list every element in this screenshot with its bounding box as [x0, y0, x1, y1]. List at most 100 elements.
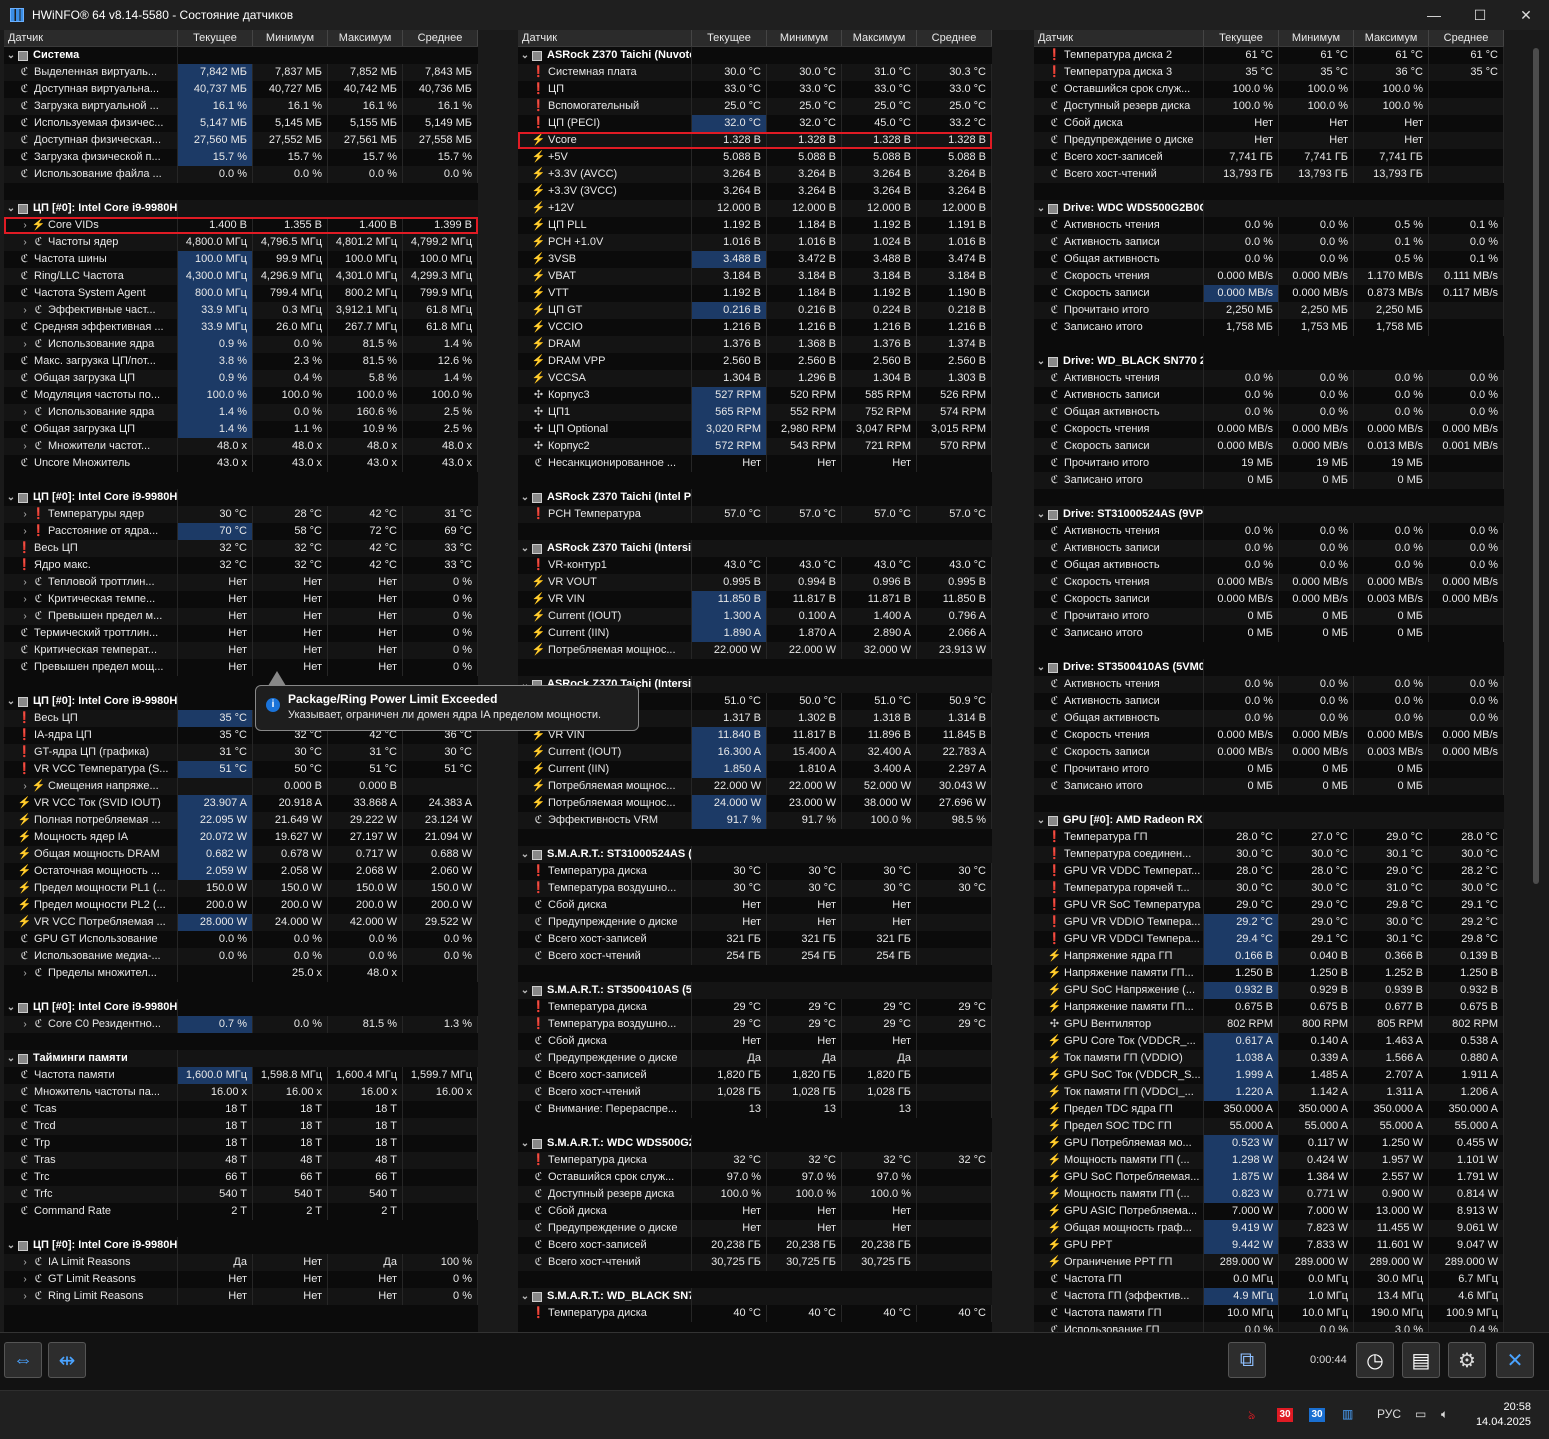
sensor-row[interactable]: ℭ Скорость чтения 0.000 MB/s 0.000 MB/s 0.00… [1034, 421, 1504, 438]
sensor-row[interactable]: ℭ Всего хост-чтений 30,725 ГБ 30,725 ГБ 30,7… [518, 1254, 992, 1271]
col-header-current[interactable]: Текущее [178, 30, 253, 46]
sensor-row[interactable]: ℭ Доступный резерв диска 100.0 % 100.0 % 100… [518, 1186, 992, 1203]
sensor-row[interactable]: ⚡ +3.3V (3VCC) 3.264 В 3.264 В 3.264 В 3.264 … [518, 183, 992, 200]
sensor-row[interactable]: ⚡ VCCSA 1.304 В 1.296 В 1.304 В 1.303 В [518, 370, 992, 387]
sensor-group-row[interactable]: ⌄Drive: ST31000524AS (9VPFD3Y0) [F:] [1034, 506, 1504, 523]
sensor-row[interactable]: ⚡ Предел мощности PL1 (... 150.0 W 150.0 W1… [4, 880, 478, 897]
scrollbar[interactable] [1533, 48, 1539, 884]
sensor-row[interactable]: ℭ Оставшийся срок служ... 100.0 % 100.0 % 10… [1034, 81, 1504, 98]
sensor-row[interactable]: › ℭ Использование ядра 0.9 % 0.0 % 81.5 % 1.4 … [4, 336, 478, 353]
sensor-row[interactable]: ⚡ +3.3V (AVCC) 3.264 В 3.264 В 3.264 В 3.264 … [518, 166, 992, 183]
sensor-row[interactable]: ❗ GT-ядра ЦП (графика) 31 °C 30 °C 31 °C 30 °… [4, 744, 478, 761]
sensor-row[interactable]: ℭ Предупреждение о диске Да Да Да [518, 1050, 992, 1067]
sensor-group-row[interactable]: ⌄ASRock Z370 Taichi (Intel PCH) [518, 489, 992, 506]
sensor-row[interactable]: ⚡ GPU SoC Напряжение (... 0.932 В 0.929 В 0.… [1034, 982, 1504, 999]
sensor-row[interactable]: ℭ Эффективность VRM 91.7 % 91.7 % 100.0 % 98.… [518, 812, 992, 829]
sensor-row[interactable]: ⚡ Мощность памяти ГП (... 1.298 W 0.424 W 1.… [1034, 1152, 1504, 1169]
sensor-row[interactable]: ⚡ Current (IIN) 1.890 A 1.870 A 2.890 A 2.066… [518, 625, 992, 642]
sensor-row[interactable]: › ⚡ Смещения напряже... 0.000 В 0.000 В [4, 778, 478, 795]
sensor-group-row[interactable]: ⌄ Система [4, 47, 478, 64]
sensor-row[interactable]: ⚡ Current (IOUT) 16.300 A 15.400 A 32.400 A2… [518, 744, 992, 761]
sensor-row[interactable]: ⚡ Напряжение ядра ГП 0.166 В 0.040 В 0.366 В… [1034, 948, 1504, 965]
sensor-row[interactable]: › ℭ Эффективные част... 33.9 МГц 0.3 МГц 3,91… [4, 302, 478, 319]
maximize-button[interactable]: ☐ [1457, 0, 1503, 30]
sensor-row[interactable]: › ❗ Расстояние от ядра... 70 °C 58 °C 72 °C 69… [4, 523, 478, 540]
expand-chevron-icon[interactable]: › [18, 574, 32, 591]
sensor-row[interactable]: ❗ Весь ЦП 32 °C 32 °C 42 °C 33 °C [4, 540, 478, 557]
sensor-group-row[interactable]: ⌄ASRock Z370 Taichi (Nuvoton NCT6791D) [518, 47, 992, 64]
sensor-row[interactable]: ℭ Прочитано итого 0 МБ 0 МБ 0 МБ [1034, 761, 1504, 778]
sensor-row[interactable]: ℭ Command Rate 2 T2 T2 T [4, 1203, 478, 1220]
sensor-row[interactable]: ❗ Температура горячей т... 30.0 °C 30.0 °C 3… [1034, 880, 1504, 897]
sensor-row[interactable]: ℭ Скорость чтения 0.000 MB/s 0.000 MB/s 0.00… [1034, 727, 1504, 744]
collapse-columns-icon[interactable]: ⇹ [48, 1342, 86, 1378]
collapse-chevron-icon[interactable]: ⌄ [4, 1050, 18, 1067]
col-header-current[interactable]: Текущее [1204, 30, 1279, 46]
collapse-chevron-icon[interactable]: ⌄ [518, 982, 532, 999]
expand-chevron-icon[interactable]: › [18, 404, 32, 421]
collapse-chevron-icon[interactable]: ⌄ [1034, 659, 1048, 676]
sensor-group-row[interactable]: ⌄S.M.A.R.T.: WDC WDS500G2B0C-00PXH0 (213… [518, 1135, 992, 1152]
sensor-row[interactable]: ⚡ GPU Потребляемая мо... 0.523 W 0.117 W 1.2… [1034, 1135, 1504, 1152]
sensor-row[interactable]: ℭ Общая активность 0.0 % 0.0 % 0.0 % 0.0 % [1034, 710, 1504, 727]
sensor-row[interactable]: ✣ Корпус3 527 RPM 520 RPM 585 RPM 526 RPM [518, 387, 992, 404]
sensor-row[interactable]: ℭ Использование файла ... 0.0 % 0.0 % 0.0 % 0… [4, 166, 478, 183]
sensor-row[interactable]: ❗ ЦП (PECI) 32.0 °C 32.0 °C 45.0 °C 33.2 °C [518, 115, 992, 132]
sensor-row[interactable]: ℭ Несанкционированное ... Нет Нет Нет [518, 455, 992, 472]
sensor-row[interactable]: ℭ Критическая температ... Нет Нет Нет 0 % [4, 642, 478, 659]
col-header-avg[interactable]: Среднее [917, 30, 992, 46]
collapse-chevron-icon[interactable]: ⌄ [1034, 506, 1048, 523]
sensor-row[interactable]: ℭ Сбой диска Нет Нет Нет [518, 1033, 992, 1050]
sensor-row[interactable]: ℭ Всего хост-чтений 254 ГБ 254 ГБ 254 ГБ [518, 948, 992, 965]
sensor-row[interactable]: ℭ Доступная физическая... 27,560 МБ 27,552 … [4, 132, 478, 149]
sensor-row[interactable]: ℭ Сбой диска Нет Нет Нет [1034, 115, 1504, 132]
sensor-row[interactable]: ℭ Внимание: Перераспре... 13 13 13 [518, 1101, 992, 1118]
col-header-max[interactable]: Максимум [328, 30, 403, 46]
collapse-chevron-icon[interactable]: ⌄ [518, 489, 532, 506]
sensor-row[interactable]: ⚡ VR VCC Ток (SVID IOUT) 23.907 A 20.918 A3… [4, 795, 478, 812]
sensor-row[interactable]: ❗ Ядро макс. 32 °C 32 °C 42 °C 33 °C [4, 557, 478, 574]
sensor-row[interactable]: ℭ Активность записи 0.0 % 0.0 % 0.0 % 0.0 % [1034, 693, 1504, 710]
sensor-row[interactable]: ℭ Частота ГП (эффектив... 4.9 МГц 1.0 МГц 13… [1034, 1288, 1504, 1305]
collapse-chevron-icon[interactable]: ⌄ [518, 47, 532, 64]
expand-chevron-icon[interactable]: › [18, 1254, 32, 1271]
sensor-row[interactable]: ❗ Температура соединен... 30.0 °C 30.0 °C 30… [1034, 846, 1504, 863]
expand-chevron-icon[interactable]: › [18, 336, 32, 353]
sensor-row[interactable]: ❗ Температура ГП 28.0 °C 27.0 °C 29.0 °C 28.0… [1034, 829, 1504, 846]
expand-chevron-icon[interactable]: › [18, 523, 32, 540]
sensor-row[interactable]: ⚡ Ток памяти ГП (VDDCI_... 1.220 A 1.142 A1… [1034, 1084, 1504, 1101]
sensor-row[interactable]: ⚡ Предел TDC ядра ГП 350.000 A 350.000 A 350… [1034, 1101, 1504, 1118]
sensor-row[interactable]: ℭ Всего хост-записей 321 ГБ 321 ГБ 321 ГБ [518, 931, 992, 948]
sensor-group-row[interactable]: ⌄Drive: ST3500410AS (5VM0E4LL) [G:] [1034, 659, 1504, 676]
sensor-row[interactable]: › ℭ Частоты ядер 4,800.0 МГц 4,796.5 МГц 4,80… [4, 234, 478, 251]
sensor-row[interactable]: ❗ VR VCC Температура (S... 51 °C 50 °C 51 °C… [4, 761, 478, 778]
sensor-row[interactable]: ℭ Скорость чтения 0.000 MB/s 0.000 MB/s 1.17… [1034, 268, 1504, 285]
sensor-row[interactable]: ⚡ Напряжение памяти ГП... 1.250 В 1.250 В 1.… [1034, 965, 1504, 982]
sensor-row[interactable]: ℭ Термический троттлин... Нет Нет Нет 0 % [4, 625, 478, 642]
expand-chevron-icon[interactable]: › [18, 778, 32, 795]
sensor-row[interactable]: ⚡ Полная потребляемая ... 22.095 W 21.649 W… [4, 812, 478, 829]
sensor-row[interactable]: ℭ Записано итого 0 МБ 0 МБ 0 МБ [1034, 472, 1504, 489]
sensor-group-row[interactable]: ⌄Drive: WDC WDS500G2B0C-00PXH0 (21361745… [1034, 200, 1504, 217]
sensor-row[interactable]: ⚡ GPU SoC Потребляемая... 1.875 W 1.384 W 2.… [1034, 1169, 1504, 1186]
sensor-row[interactable]: ⚡ VR VCC Потребляемая ... 28.000 W 24.000 W… [4, 914, 478, 931]
sensor-row[interactable]: ❗ Температура диска 40 °C 40 °C 40 °C 40 °C [518, 1305, 992, 1322]
sensor-row[interactable]: ℭ Частота шины 100.0 МГц 99.9 МГц 100.0 МГц 1… [4, 251, 478, 268]
sensor-row[interactable]: ℭ Загрузка виртуальной ... 16.1 % 16.1 % 16.… [4, 98, 478, 115]
sensor-row[interactable]: ℭ Скорость записи 0.000 MB/s 0.000 MB/s 0.00… [1034, 744, 1504, 761]
sensor-row[interactable]: ℭ Активность записи 0.0 % 0.0 % 0.1 % 0.0 % [1034, 234, 1504, 251]
sensor-row[interactable]: ℭ Всего хост-чтений 1,028 ГБ 1,028 ГБ 1,028 … [518, 1084, 992, 1101]
sensor-row[interactable]: ℭ Общая загрузка ЦП 1.4 % 1.1 % 10.9 % 2.5 % [4, 421, 478, 438]
sensor-group-row[interactable]: ⌄ЦП [#0]: Intel Core i9-9980HK: DTS [4, 489, 478, 506]
sensor-row[interactable]: ⚡ DRAM VPP 2.560 В 2.560 В 2.560 В 2.560 В [518, 353, 992, 370]
sensor-row[interactable]: ℭ Uncore Множитель 43.0 x 43.0 x 43.0 x 43.0 … [4, 455, 478, 472]
sensor-group-row[interactable]: ⌄ ЦП [#0]: Intel Core i9-9980HK [4, 200, 478, 217]
sensor-row[interactable]: › ℭ Core C0 Резидентно... 0.7 % 0.0 % 81.5 % 1… [4, 1016, 478, 1033]
col-header-sensor[interactable]: Датчик [4, 30, 178, 46]
sensor-group-row[interactable]: ⌄S.M.A.R.T.: WD_BLACK SN770 2TB (24173W8… [518, 1288, 992, 1305]
sensor-row[interactable]: ⚡ DRAM 1.376 В 1.368 В 1.376 В 1.374 В [518, 336, 992, 353]
sensor-group-row[interactable]: ⌄S.M.A.R.T.: ST31000524AS (9VPFD3Y0) [F:… [518, 846, 992, 863]
sensor-row[interactable]: ⚡ PCH +1.0V 1.016 В 1.016 В 1.024 В 1.016 В [518, 234, 992, 251]
sensor-row[interactable]: ⚡ ЦП PLL 1.192 В 1.184 В 1.192 В 1.191 В [518, 217, 992, 234]
close-button[interactable]: ✕ [1503, 0, 1549, 30]
